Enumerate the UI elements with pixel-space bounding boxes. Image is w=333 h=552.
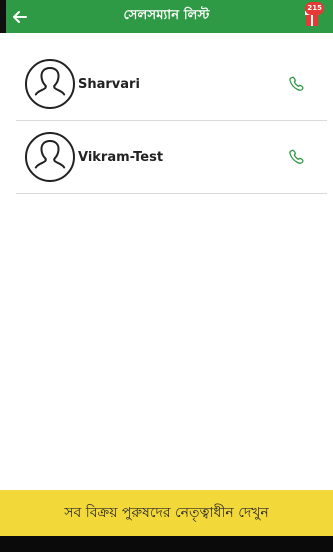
phone-icon <box>289 149 304 164</box>
arrow-left-icon <box>13 11 27 23</box>
bottom-bar-label: সব বিক্রয় পুরুষদের নেতৃত্বাধীন দেখুন <box>64 505 269 521</box>
notification-button[interactable]: 215 <box>303 2 324 30</box>
header-edge <box>0 0 6 33</box>
back-button[interactable] <box>10 7 30 27</box>
contact-name: Vikram-Test <box>78 149 164 165</box>
user-outline-icon <box>25 132 75 182</box>
list-item[interactable]: Vikram-Test <box>16 121 327 194</box>
contact-list: Sharvari Vikram-Test <box>16 48 327 194</box>
call-button[interactable] <box>285 145 309 169</box>
user-outline-icon <box>25 59 75 109</box>
phone-icon <box>289 76 304 91</box>
list-item[interactable]: Sharvari <box>16 48 327 121</box>
page-title: সেলসম্যান লিস্ট <box>123 8 210 23</box>
contact-name: Sharvari <box>78 76 140 92</box>
app-header: সেলসম্যান লিস্ট 215 <box>0 0 333 33</box>
call-button[interactable] <box>285 72 309 96</box>
notification-badge: 215 <box>305 2 324 15</box>
view-all-salesmen-button[interactable]: সব বিক্রয় পুরুষদের নেতৃত্বাধীন দেখুন <box>0 490 333 536</box>
app-screen: সেলসম্যান লিস্ট 215 Sharvari Vikram-Test… <box>0 0 333 552</box>
system-navigation-bar <box>0 536 333 552</box>
